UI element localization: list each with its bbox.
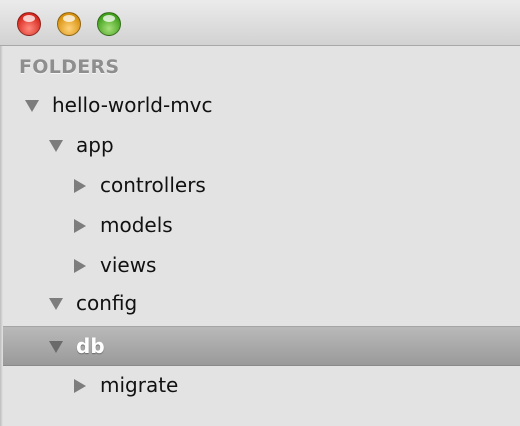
minimize-icon[interactable]	[57, 12, 81, 36]
disclosure-collapsed-icon[interactable]	[74, 219, 86, 233]
tree-item-db[interactable]: db	[0, 326, 520, 366]
close-icon[interactable]	[17, 12, 41, 36]
disclosure-expanded-icon[interactable]	[49, 341, 63, 353]
tree-item-config[interactable]: config	[0, 284, 520, 324]
tree-item-controllers[interactable]: controllers	[0, 166, 520, 206]
disclosure-expanded-icon[interactable]	[49, 140, 63, 152]
disclosure-collapsed-icon[interactable]	[74, 259, 86, 273]
tree-item-label: config	[76, 291, 138, 315]
tree-item-hello-world-mvc[interactable]: hello-world-mvc	[0, 86, 520, 126]
tree-item-app[interactable]: app	[0, 126, 520, 166]
title-bar	[0, 0, 520, 46]
disclosure-collapsed-icon[interactable]	[74, 379, 86, 393]
tree-item-label: app	[76, 133, 114, 157]
tree-item-label: hello-world-mvc	[52, 93, 213, 117]
disclosure-collapsed-icon[interactable]	[74, 179, 86, 193]
disclosure-expanded-icon[interactable]	[49, 298, 63, 310]
folder-sidebar: FOLDERS hello-world-mvc app controllers …	[0, 46, 520, 426]
tree-item-label: models	[100, 213, 173, 237]
sidebar-window: FOLDERS hello-world-mvc app controllers …	[0, 0, 520, 426]
tree-item-migrate[interactable]: migrate	[0, 366, 520, 406]
sidebar-edge	[0, 46, 3, 426]
folders-header: FOLDERS	[19, 56, 120, 78]
tree-item-label: views	[100, 253, 157, 277]
disclosure-expanded-icon[interactable]	[25, 100, 39, 112]
tree-item-models[interactable]: models	[0, 206, 520, 246]
tree-item-label: db	[76, 334, 105, 358]
tree-item-label: migrate	[100, 373, 179, 397]
zoom-icon[interactable]	[97, 12, 121, 36]
tree-item-views[interactable]: views	[0, 246, 520, 286]
tree-item-label: controllers	[100, 173, 206, 197]
